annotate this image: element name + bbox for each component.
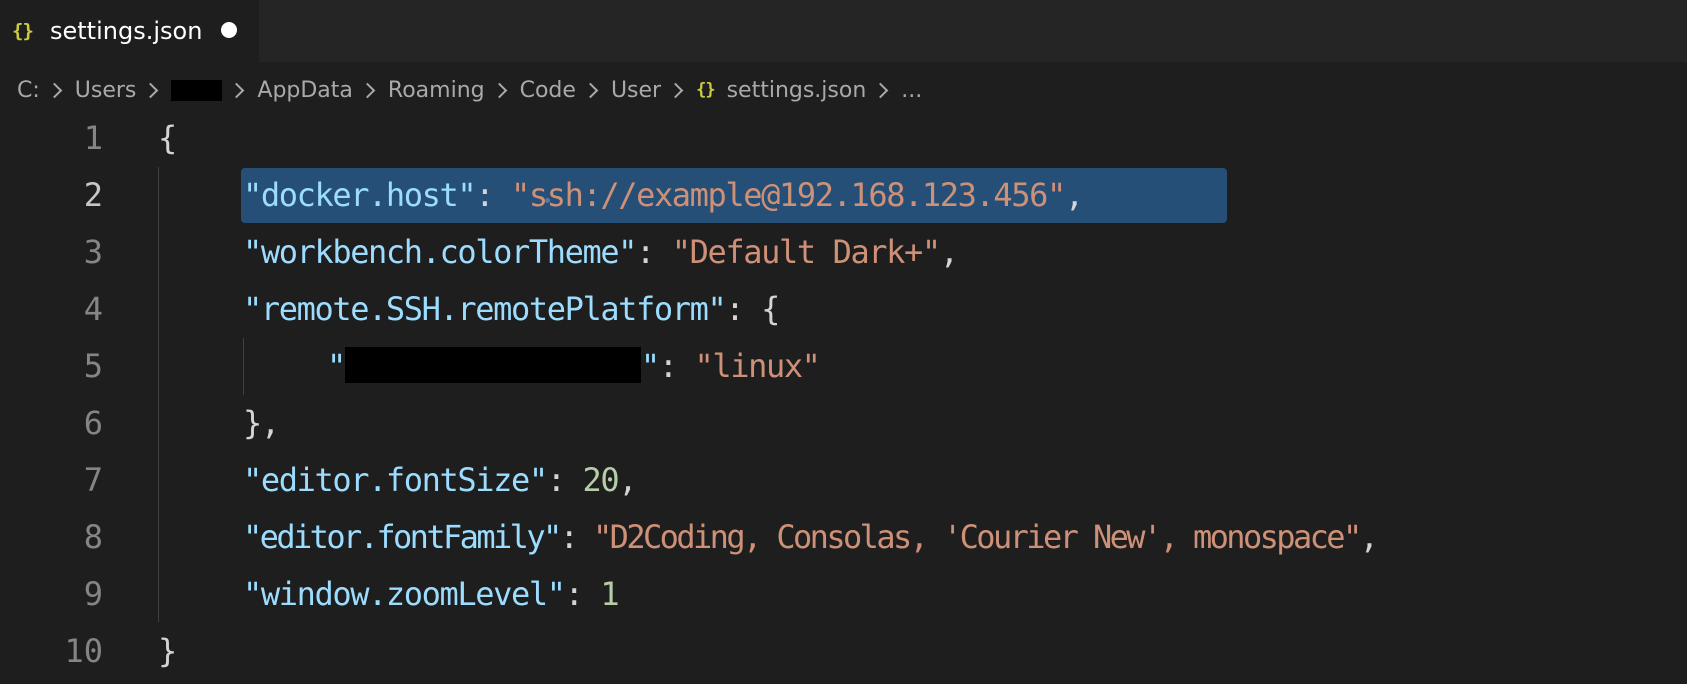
code-editor[interactable]: 1 { 2 "docker.host": "ssh://example@192.… <box>0 110 1687 684</box>
line-number: 10 <box>64 632 103 670</box>
unsaved-changes-dot-icon[interactable] <box>221 22 237 38</box>
code-line[interactable]: 6 }, <box>0 395 1687 452</box>
code-line[interactable]: 5 " ": "linux" <box>0 338 1687 395</box>
code-text: "window.zoomLevel": 1 <box>243 575 620 613</box>
code-line[interactable]: 4 "remote.SSH.remotePlatform": { <box>0 281 1687 338</box>
code-text: "editor.fontFamily": "D2Coding, Consolas… <box>243 518 1379 556</box>
line-number: 2 <box>83 176 103 214</box>
line-number: 6 <box>83 404 103 442</box>
breadcrumb-item-user[interactable]: User <box>611 78 661 103</box>
code-line[interactable]: 3 "workbench.colorTheme": "Default Dark+… <box>0 224 1687 281</box>
chevron-right-icon <box>143 82 159 98</box>
json-braces-icon: {} <box>696 80 716 100</box>
chevron-right-icon <box>667 82 684 98</box>
line-number: 7 <box>83 461 103 499</box>
code-text: " ": "linux" <box>327 347 821 385</box>
line-number: 4 <box>83 290 103 328</box>
breadcrumb-item-username-redacted[interactable] <box>171 79 223 101</box>
chevron-right-icon <box>582 82 599 98</box>
breadcrumb-item-users[interactable]: Users <box>75 78 137 103</box>
code-text: "docker.host": "ssh://example@192.168.12… <box>243 176 1084 214</box>
editor-tab-bar: {} settings.json <box>0 0 1687 62</box>
code-line[interactable]: 2 "docker.host": "ssh://example@192.168.… <box>0 167 1687 224</box>
json-braces-icon: {} <box>12 20 34 42</box>
chevron-right-icon <box>359 82 376 98</box>
code-line[interactable]: 1 { <box>0 110 1687 167</box>
line-number: 9 <box>83 575 103 613</box>
breadcrumb-item-label: settings.json <box>726 77 867 103</box>
line-number: 1 <box>83 119 103 157</box>
chevron-right-icon <box>491 82 507 98</box>
code-line[interactable]: 8 "editor.fontFamily": "D2Coding, Consol… <box>0 509 1687 566</box>
breadcrumb-item-code[interactable]: Code <box>520 78 576 103</box>
code-line[interactable]: 10 } <box>0 623 1687 680</box>
code-text: { <box>158 119 177 157</box>
breadcrumb-item-drive[interactable]: C: <box>17 78 40 103</box>
redacted-hostname <box>344 347 641 383</box>
chevron-right-icon <box>229 82 245 98</box>
chevron-right-icon <box>46 82 63 98</box>
code-text: }, <box>243 404 280 442</box>
breadcrumb-item-roaming[interactable]: Roaming <box>388 78 485 103</box>
breadcrumb-item-settings-json[interactable]: {} settings.json <box>696 78 866 103</box>
code-line[interactable]: 9 "window.zoomLevel": 1 <box>0 566 1687 623</box>
breadcrumb: C: Users AppData Roaming Code User {} se… <box>17 70 922 110</box>
code-text: "editor.fontSize": 20, <box>243 461 637 499</box>
line-number: 3 <box>83 233 103 271</box>
line-number: 5 <box>83 347 103 385</box>
breadcrumb-item-appdata[interactable]: AppData <box>257 78 353 103</box>
line-number: 8 <box>83 518 103 556</box>
code-text: "remote.SSH.remotePlatform": { <box>243 290 780 328</box>
tab-label: settings.json <box>50 17 203 45</box>
tab-settings-json[interactable]: {} settings.json <box>0 0 259 62</box>
code-line[interactable]: 7 "editor.fontSize": 20, <box>0 452 1687 509</box>
breadcrumb-item-symbols[interactable]: ... <box>901 78 922 103</box>
code-text: "workbench.colorTheme": "Default Dark+", <box>243 233 959 271</box>
chevron-right-icon <box>873 82 889 98</box>
code-text: } <box>158 632 177 670</box>
